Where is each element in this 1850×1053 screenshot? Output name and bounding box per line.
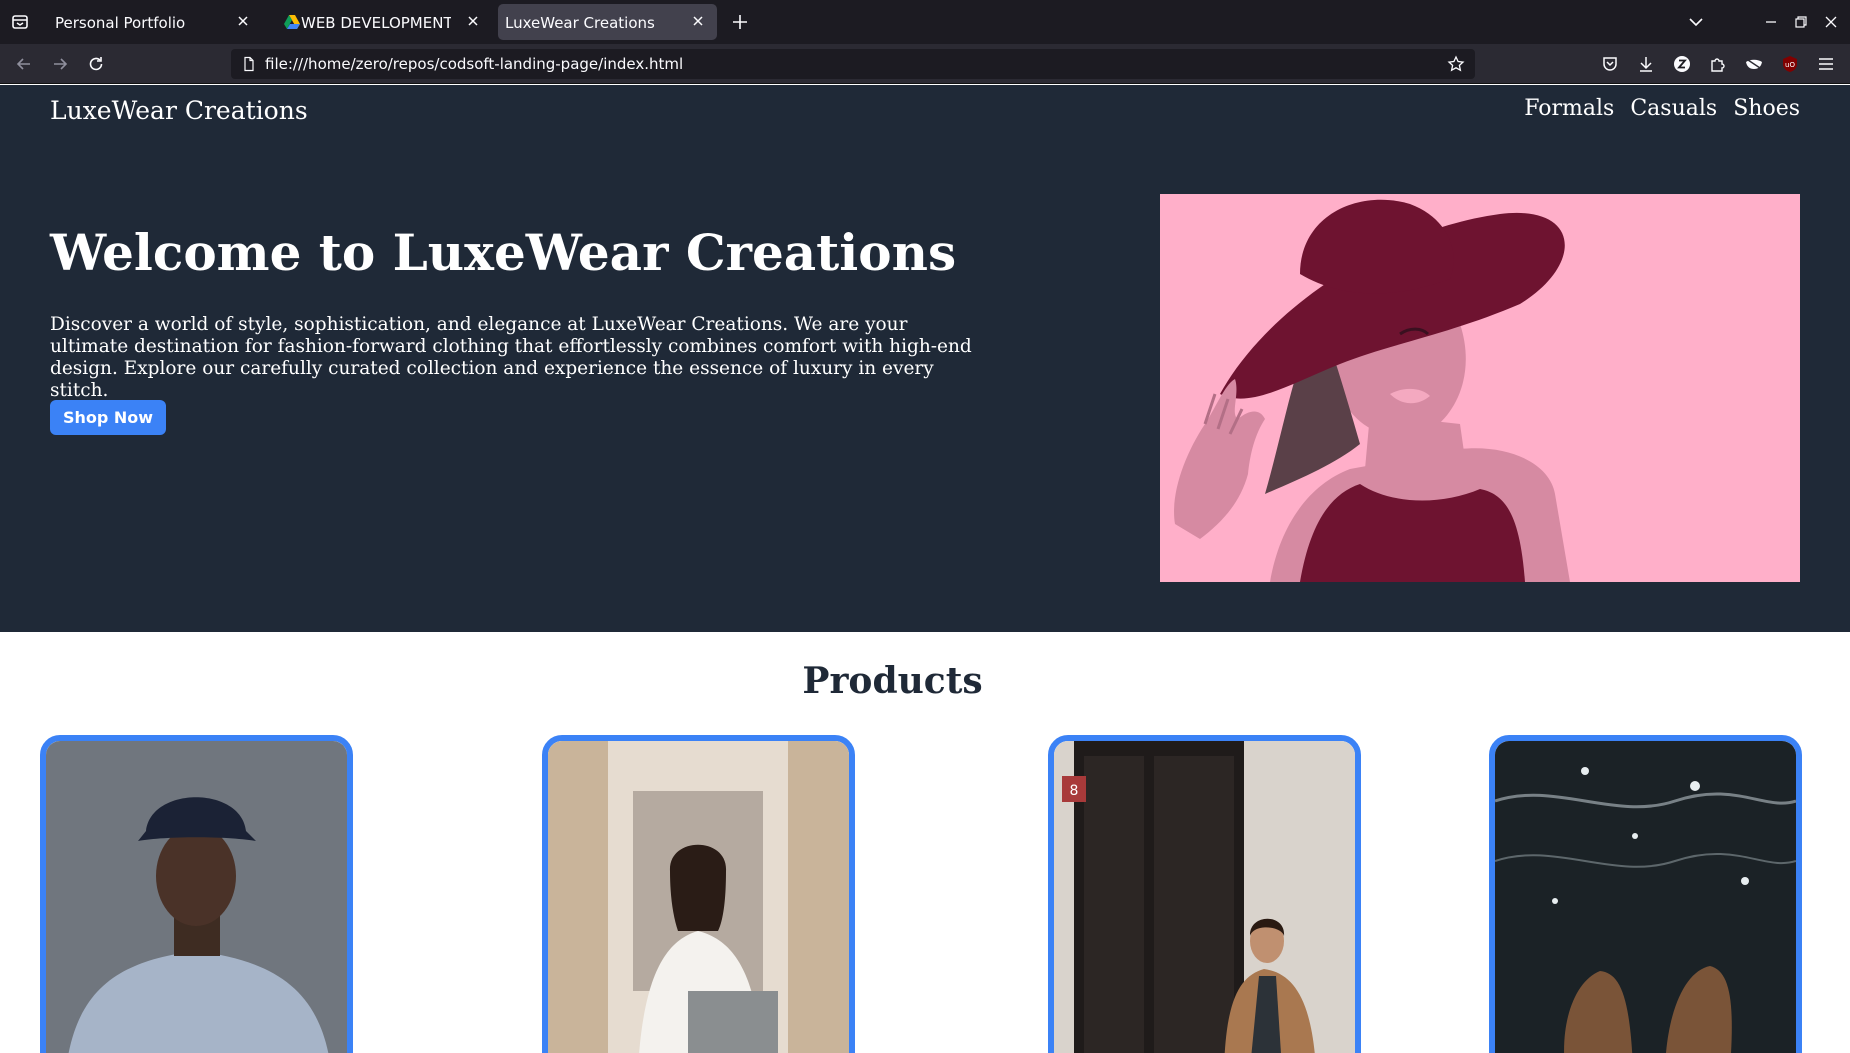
product-card-hat[interactable] bbox=[40, 735, 353, 1053]
hero-title: Welcome to LuxeWear Creations bbox=[50, 223, 957, 282]
bookmark-star-icon[interactable] bbox=[1447, 55, 1465, 73]
tab-title: LuxeWear Creations bbox=[505, 14, 655, 32]
site-logo[interactable]: LuxeWear Creations bbox=[50, 96, 308, 125]
hero-description: Discover a world of style, sophisticatio… bbox=[50, 314, 972, 401]
nav-link-formals[interactable]: Formals bbox=[1524, 96, 1614, 121]
tab-close-icon[interactable] bbox=[236, 14, 250, 28]
reload-icon[interactable] bbox=[86, 54, 106, 74]
tab-close-icon[interactable] bbox=[691, 14, 705, 28]
new-tab-plus-icon[interactable] bbox=[730, 12, 750, 32]
forward-arrow-icon[interactable] bbox=[50, 54, 70, 74]
page-icon bbox=[241, 56, 257, 72]
address-bar[interactable]: file:///home/zero/repos/codsoft-landing-… bbox=[231, 49, 1475, 79]
tab-web-development[interactable]: WEB DEVELOPMENT PRO bbox=[270, 4, 492, 40]
extensions-puzzle-icon[interactable] bbox=[1708, 54, 1728, 74]
page-viewport: LuxeWear Creations Formals Casuals Shoes… bbox=[0, 85, 1850, 1053]
hero-illustration-woman-in-hat bbox=[1160, 194, 1800, 582]
back-arrow-icon[interactable] bbox=[14, 54, 34, 74]
product-card-brown-coat[interactable]: 8 bbox=[1048, 735, 1361, 1053]
svg-text:uO: uO bbox=[1785, 61, 1795, 69]
product-card-boots[interactable] bbox=[1489, 735, 1802, 1053]
nav-link-casuals[interactable]: Casuals bbox=[1630, 96, 1717, 121]
close-window-icon[interactable] bbox=[1822, 13, 1840, 31]
shop-now-button[interactable]: Shop Now bbox=[50, 400, 166, 435]
tab-title: WEB DEVELOPMENT PRO bbox=[301, 14, 451, 32]
hero-section: LuxeWear Creations Formals Casuals Shoes… bbox=[0, 85, 1850, 632]
svg-text:8: 8 bbox=[1070, 783, 1079, 799]
product-image-brown-boots-water bbox=[1495, 741, 1796, 1053]
chevron-down-icon[interactable] bbox=[1686, 12, 1706, 32]
product-image-woman-white-shirt bbox=[548, 741, 849, 1053]
zotero-extension-icon[interactable] bbox=[1672, 54, 1692, 74]
pocket-icon[interactable] bbox=[1600, 54, 1620, 74]
tab-title: Personal Portfolio bbox=[55, 14, 186, 32]
browser-navigation-bar: file:///home/zero/repos/codsoft-landing-… bbox=[0, 44, 1850, 84]
tab-luxewear-creations[interactable]: LuxeWear Creations bbox=[498, 4, 717, 40]
google-drive-icon bbox=[284, 15, 300, 29]
ublock-origin-icon[interactable]: uO bbox=[1780, 54, 1800, 74]
product-image-man-bucket-hat bbox=[46, 741, 347, 1053]
restore-icon[interactable] bbox=[1792, 13, 1810, 31]
products-heading: Products bbox=[802, 660, 983, 702]
nav-link-shoes[interactable]: Shoes bbox=[1733, 96, 1800, 121]
tab-list-icon[interactable] bbox=[10, 12, 30, 32]
url-text[interactable]: file:///home/zero/repos/codsoft-landing-… bbox=[265, 55, 683, 73]
minimize-icon[interactable] bbox=[1762, 13, 1780, 31]
site-nav: Formals Casuals Shoes bbox=[1524, 96, 1800, 121]
mask-extension-icon[interactable] bbox=[1744, 54, 1764, 74]
hamburger-menu-icon[interactable] bbox=[1816, 54, 1836, 74]
browser-tab-bar: Personal Portfolio WEB DEVELOPMENT PRO L… bbox=[0, 0, 1850, 44]
tab-personal-portfolio[interactable]: Personal Portfolio bbox=[40, 4, 262, 40]
tab-close-icon[interactable] bbox=[466, 14, 480, 28]
product-image-man-brown-coat: 8 bbox=[1054, 741, 1355, 1053]
download-icon[interactable] bbox=[1636, 54, 1656, 74]
product-card-white-shirt[interactable] bbox=[542, 735, 855, 1053]
